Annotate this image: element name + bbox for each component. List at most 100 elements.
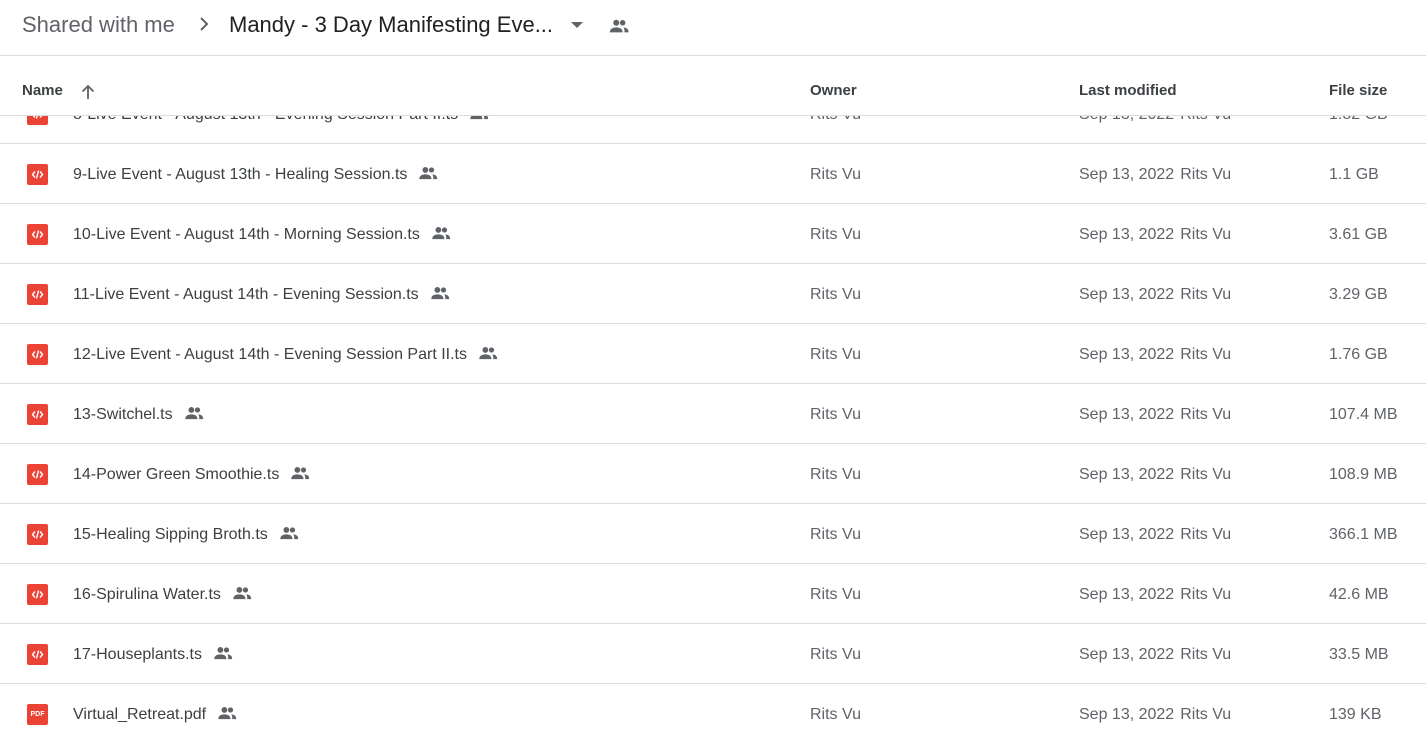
file-name[interactable]: Virtual_Retreat.pdf: [73, 705, 238, 724]
chevron-right-icon: [200, 17, 209, 31]
file-size: 42.6 MB: [1329, 586, 1389, 603]
shared-icon: [430, 287, 449, 300]
modified-by: Rits Vu: [1180, 406, 1232, 423]
code-glyph-icon: [31, 170, 44, 179]
column-header-name[interactable]: Name: [22, 82, 63, 100]
code-file-icon: [27, 524, 48, 545]
code-glyph-icon: [31, 410, 44, 419]
modified-by: Rits Vu: [1180, 646, 1232, 663]
modified-by: Rits Vu: [1180, 466, 1232, 483]
file-name-text: 9-Live Event - August 13th - Healing Ses…: [73, 166, 408, 183]
modified-date: Sep 13, 2022: [1079, 226, 1175, 243]
file-size: 3.29 GB: [1329, 286, 1388, 303]
modified-date: Sep 13, 2022: [1079, 586, 1175, 603]
file-name-text: 14-Power Green Smoothie.ts: [73, 466, 280, 483]
code-file-icon: [27, 404, 48, 425]
shared-folder-icon: [609, 19, 629, 33]
file-size: 139 KB: [1329, 706, 1382, 723]
modified-date: Sep 13, 2022: [1079, 166, 1175, 183]
modified-by: Rits Vu: [1180, 166, 1232, 183]
file-last-modified: Sep 13, 2022 Rits Vu: [1079, 225, 1231, 244]
file-row[interactable]: 10-Live Event - August 14th - Morning Se…: [0, 204, 1426, 264]
file-row[interactable]: PDF Virtual_Retreat.pdf Rits Vu Sep 13, 202…: [0, 684, 1426, 743]
code-file-icon: [27, 164, 48, 185]
file-owner: Rits Vu: [810, 406, 861, 423]
breadcrumb: Shared with me Mandy - 3 Day Manifesting…: [0, 0, 1426, 56]
file-size: 108.9 MB: [1329, 466, 1398, 483]
pdf-file-icon: PDF: [27, 704, 48, 725]
file-name-text: 16-Spirulina Water.ts: [73, 586, 221, 603]
file-owner: Rits Vu: [810, 526, 861, 543]
file-size: 1.1 GB: [1329, 166, 1379, 183]
file-name[interactable]: 10-Live Event - August 14th - Morning Se…: [73, 225, 452, 244]
file-owner: Rits Vu: [810, 346, 861, 363]
file-size: 366.1 MB: [1329, 526, 1398, 543]
modified-date: Sep 13, 2022: [1079, 286, 1175, 303]
modified-date: Sep 13, 2022: [1079, 346, 1175, 363]
file-last-modified: Sep 13, 2022 Rits Vu: [1079, 705, 1231, 724]
file-owner: Rits Vu: [810, 646, 861, 663]
file-owner: Rits Vu: [810, 166, 861, 183]
file-name[interactable]: 13-Switchel.ts: [73, 405, 205, 424]
file-size: 3.61 GB: [1329, 226, 1388, 243]
file-row[interactable]: 16-Spirulina Water.ts Rits Vu Sep 13, 2022…: [0, 564, 1426, 624]
file-name[interactable]: 12-Live Event - August 14th - Evening Se…: [73, 345, 499, 364]
caret-down-icon[interactable]: [570, 20, 584, 30]
file-owner: Rits Vu: [810, 586, 861, 603]
code-glyph-icon: [31, 530, 44, 539]
breadcrumb-shared-with-me[interactable]: Shared with me: [22, 12, 175, 38]
file-row[interactable]: 14-Power Green Smoothie.ts Rits Vu Sep 13,…: [0, 444, 1426, 504]
file-last-modified: Sep 13, 2022 Rits Vu: [1079, 285, 1231, 304]
shared-icon: [184, 407, 203, 420]
code-glyph-icon: [31, 290, 44, 299]
file-row[interactable]: 13-Switchel.ts Rits Vu Sep 13, 2022 Rits Vu…: [0, 384, 1426, 444]
file-name-text: 12-Live Event - August 14th - Evening Se…: [73, 346, 467, 363]
code-file-icon: [27, 284, 48, 305]
file-row[interactable]: 12-Live Event - August 14th - Evening Se…: [0, 324, 1426, 384]
file-name-text: Virtual_Retreat.pdf: [73, 706, 207, 723]
modified-by: Rits Vu: [1180, 526, 1232, 543]
file-size: 107.4 MB: [1329, 406, 1398, 423]
file-row[interactable]: 9-Live Event - August 13th - Healing Ses…: [0, 144, 1426, 204]
shared-icon: [419, 167, 438, 180]
sort-ascending-icon[interactable]: [79, 83, 97, 101]
file-last-modified: Sep 13, 2022 Rits Vu: [1079, 465, 1231, 484]
file-name-text: 15-Healing Sipping Broth.ts: [73, 526, 268, 543]
file-name[interactable]: 9-Live Event - August 13th - Healing Ses…: [73, 165, 439, 184]
file-row[interactable]: 15-Healing Sipping Broth.ts Rits Vu Sep 13…: [0, 504, 1426, 564]
file-last-modified: Sep 13, 2022 Rits Vu: [1079, 645, 1231, 664]
file-name[interactable]: 17-Houseplants.ts: [73, 645, 234, 664]
shared-icon: [233, 587, 252, 600]
modified-by: Rits Vu: [1180, 286, 1232, 303]
file-name-text: 17-Houseplants.ts: [73, 646, 202, 663]
file-owner: Rits Vu: [810, 706, 861, 723]
file-list-header: Name Owner Last modified File size: [0, 56, 1426, 116]
file-name[interactable]: 16-Spirulina Water.ts: [73, 585, 253, 604]
file-owner: Rits Vu: [810, 466, 861, 483]
code-glyph-icon: [31, 470, 44, 479]
file-last-modified: Sep 13, 2022 Rits Vu: [1079, 345, 1231, 364]
modified-by: Rits Vu: [1180, 346, 1232, 363]
code-file-icon: [27, 644, 48, 665]
breadcrumb-current-folder[interactable]: Mandy - 3 Day Manifesting Eve...: [229, 12, 553, 38]
column-header-owner[interactable]: Owner: [810, 82, 857, 100]
file-row[interactable]: 17-Houseplants.ts Rits Vu Sep 13, 2022 Rits…: [0, 624, 1426, 684]
modified-by: Rits Vu: [1180, 706, 1232, 723]
shared-icon: [280, 527, 298, 540]
column-header-file-size[interactable]: File size: [1329, 82, 1387, 100]
file-last-modified: Sep 13, 2022 Rits Vu: [1079, 405, 1231, 424]
file-name[interactable]: 15-Healing Sipping Broth.ts: [73, 525, 300, 544]
code-glyph-icon: [31, 350, 44, 359]
modified-date: Sep 13, 2022: [1079, 526, 1175, 543]
column-header-last-modified[interactable]: Last modified: [1079, 82, 1177, 100]
pdf-label: PDF: [30, 711, 45, 718]
file-name[interactable]: 14-Power Green Smoothie.ts: [73, 465, 311, 484]
file-last-modified: Sep 13, 2022 Rits Vu: [1079, 585, 1231, 604]
modified-date: Sep 13, 2022: [1079, 646, 1175, 663]
modified-date: Sep 13, 2022: [1079, 706, 1175, 723]
shared-icon: [291, 467, 310, 480]
file-name[interactable]: 11-Live Event - August 14th - Evening Se…: [73, 285, 451, 304]
file-row[interactable]: 11-Live Event - August 14th - Evening Se…: [0, 264, 1426, 324]
code-glyph-icon: [31, 590, 44, 599]
modified-date: Sep 13, 2022: [1079, 466, 1175, 483]
